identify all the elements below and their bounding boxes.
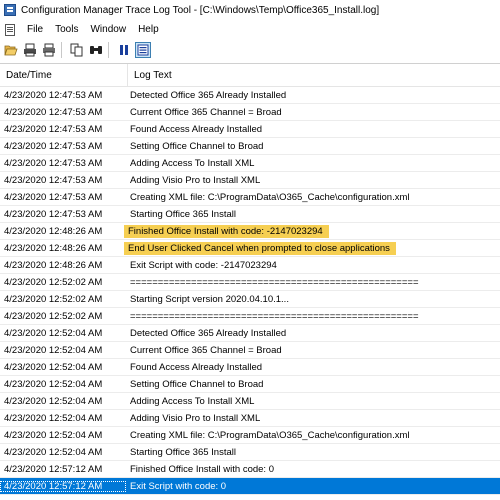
cell-log-text: Finished Office Install with code: -2147… (124, 224, 329, 238)
cell-log-text: Adding Access To Install XML (130, 395, 255, 407)
cell-datetime: 4/23/2020 12:47:53 AM (4, 123, 103, 135)
table-row[interactable]: 4/23/2020 12:47:53 AM Adding Visio Pro to… (0, 172, 500, 189)
cell-log-text: Current Office 365 Channel = Broad (130, 344, 282, 356)
menu-bar: File Tools Window Help (0, 20, 500, 39)
cell-log-text: Setting Office Channel to Broad (130, 378, 264, 390)
document-icon[interactable] (5, 23, 15, 36)
log-table[interactable]: Date/Time Log Text 4/23/2020 12:47:53 AM… (0, 63, 500, 500)
cell-datetime: 4/23/2020 12:47:53 AM (4, 208, 103, 220)
cell-log-text: Starting Script version 2020.04.10.1... (130, 293, 289, 305)
table-row[interactable]: 4/23/2020 12:52:04 AM Adding Visio Pro to… (0, 410, 500, 427)
cell-datetime: 4/23/2020 12:57:12 AM (0, 480, 126, 492)
cell-log-text: Adding Visio Pro to Install XML (130, 174, 261, 186)
print-icon[interactable] (41, 42, 57, 58)
cell-log-text: Creating XML file: C:\ProgramData\O365_C… (130, 429, 410, 441)
table-header: Date/Time Log Text (0, 64, 500, 87)
table-row[interactable]: 4/23/2020 12:52:02 AM Starting Script ver… (0, 291, 500, 308)
table-body: 4/23/2020 12:47:53 AM Detected Office 365… (0, 87, 500, 495)
table-row[interactable]: 4/23/2020 12:52:04 AM Adding Access To In… (0, 393, 500, 410)
cell-datetime: 4/23/2020 12:52:02 AM (4, 293, 103, 305)
cell-log-text: Setting Office Channel to Broad (130, 140, 264, 152)
cell-datetime: 4/23/2020 12:52:04 AM (4, 446, 103, 458)
menu-file[interactable]: File (21, 24, 49, 35)
table-row[interactable]: 4/23/2020 12:57:12 AM Finished Office Ins… (0, 461, 500, 478)
table-row[interactable]: 4/23/2020 12:47:53 AM Creating XML file: … (0, 189, 500, 206)
table-row[interactable]: 4/23/2020 12:48:26 AM Exit Script with co… (0, 257, 500, 274)
cell-log-text: Detected Office 365 Already Installed (130, 89, 287, 101)
menu-help[interactable]: Help (132, 24, 165, 35)
cell-log-text: Exit Script with code: -2147023294 (130, 259, 277, 271)
table-row[interactable]: 4/23/2020 12:47:53 AM Detected Office 365… (0, 87, 500, 104)
table-row[interactable]: 4/23/2020 12:47:53 AM Starting Office 365… (0, 206, 500, 223)
toolbar-separator (108, 42, 109, 58)
open-folder-icon[interactable] (3, 42, 19, 58)
menu-tools[interactable]: Tools (49, 24, 84, 35)
cell-log-text: Detected Office 365 Already Installed (130, 327, 287, 339)
cell-log-text: Adding Access To Install XML (130, 157, 255, 169)
table-row[interactable]: 4/23/2020 12:52:04 AM Starting Office 365… (0, 444, 500, 461)
cell-datetime: 4/23/2020 12:52:04 AM (4, 429, 103, 441)
cell-datetime: 4/23/2020 12:52:04 AM (4, 412, 103, 424)
cell-log-text: Finished Office Install with code: 0 (130, 463, 274, 475)
cell-datetime: 4/23/2020 12:48:26 AM (4, 259, 103, 271)
cell-log-text: End User Clicked Cancel when prompted to… (124, 241, 396, 255)
cell-log-text: Found Access Already Installed (130, 123, 263, 135)
cell-datetime: 4/23/2020 12:48:26 AM (4, 225, 103, 237)
table-row[interactable]: 4/23/2020 12:47:53 AM Adding Access To In… (0, 155, 500, 172)
cell-log-text: ========================================… (130, 276, 419, 288)
cell-log-text: Adding Visio Pro to Install XML (130, 412, 261, 424)
find-icon[interactable] (88, 42, 104, 58)
cell-datetime: 4/23/2020 12:52:02 AM (4, 276, 103, 288)
cell-log-text: Found Access Already Installed (130, 361, 263, 373)
cell-datetime: 4/23/2020 12:52:04 AM (4, 395, 103, 407)
table-row[interactable]: 4/23/2020 12:52:04 AM Current Office 365 … (0, 342, 500, 359)
cell-datetime: 4/23/2020 12:52:04 AM (4, 361, 103, 373)
cell-log-text: Starting Office 365 Install (130, 208, 236, 220)
table-row[interactable]: 4/23/2020 12:48:26 AM End User Clicked Ca… (0, 240, 500, 257)
cell-datetime: 4/23/2020 12:47:53 AM (4, 140, 103, 152)
cell-log-text: Exit Script with code: 0 (130, 480, 227, 492)
cell-datetime: 4/23/2020 12:57:12 AM (4, 463, 103, 475)
cell-log-text: Creating XML file: C:\ProgramData\O365_C… (130, 191, 410, 203)
print-preview-icon[interactable] (22, 42, 38, 58)
window-title: Configuration Manager Trace Log Tool - [… (21, 4, 380, 16)
cell-datetime: 4/23/2020 12:52:04 AM (4, 327, 103, 339)
app-icon (4, 4, 16, 16)
copy-icon[interactable] (69, 42, 85, 58)
table-row[interactable]: 4/23/2020 12:57:12 AM Exit Script with co… (0, 478, 500, 495)
cell-log-text: Current Office 365 Channel = Broad (130, 106, 282, 118)
cell-datetime: 4/23/2020 12:52:04 AM (4, 378, 103, 390)
table-row[interactable]: 4/23/2020 12:52:04 AM Creating XML file: … (0, 427, 500, 444)
title-bar: Configuration Manager Trace Log Tool - [… (0, 0, 500, 20)
table-row[interactable]: 4/23/2020 12:52:04 AM Setting Office Chan… (0, 376, 500, 393)
cell-datetime: 4/23/2020 12:52:04 AM (4, 344, 103, 356)
toolbar (0, 39, 500, 61)
toolbar-separator (61, 42, 62, 58)
highlight-icon[interactable] (135, 42, 151, 58)
cell-datetime: 4/23/2020 12:47:53 AM (4, 157, 103, 169)
table-row[interactable]: 4/23/2020 12:52:04 AM Found Access Alread… (0, 359, 500, 376)
cell-datetime: 4/23/2020 12:47:53 AM (4, 191, 103, 203)
table-row[interactable]: 4/23/2020 12:47:53 AM Found Access Alread… (0, 121, 500, 138)
cell-datetime: 4/23/2020 12:47:53 AM (4, 174, 103, 186)
column-header-date[interactable]: Date/Time (0, 64, 128, 86)
table-row[interactable]: 4/23/2020 12:52:02 AM ===================… (0, 308, 500, 325)
pause-icon[interactable] (116, 42, 132, 58)
cell-log-text: ========================================… (130, 310, 419, 322)
table-row[interactable]: 4/23/2020 12:48:26 AM Finished Office Ins… (0, 223, 500, 240)
cell-datetime: 4/23/2020 12:47:53 AM (4, 106, 103, 118)
cell-log-text: Starting Office 365 Install (130, 446, 236, 458)
cell-datetime: 4/23/2020 12:48:26 AM (4, 242, 103, 254)
menu-window[interactable]: Window (84, 24, 132, 35)
table-row[interactable]: 4/23/2020 12:52:02 AM ===================… (0, 274, 500, 291)
column-header-log-text[interactable]: Log Text (128, 70, 172, 81)
table-row[interactable]: 4/23/2020 12:52:04 AM Detected Office 365… (0, 325, 500, 342)
cell-datetime: 4/23/2020 12:47:53 AM (4, 89, 103, 101)
cell-datetime: 4/23/2020 12:52:02 AM (4, 310, 103, 322)
table-row[interactable]: 4/23/2020 12:47:53 AM Setting Office Chan… (0, 138, 500, 155)
table-row[interactable]: 4/23/2020 12:47:53 AM Current Office 365 … (0, 104, 500, 121)
